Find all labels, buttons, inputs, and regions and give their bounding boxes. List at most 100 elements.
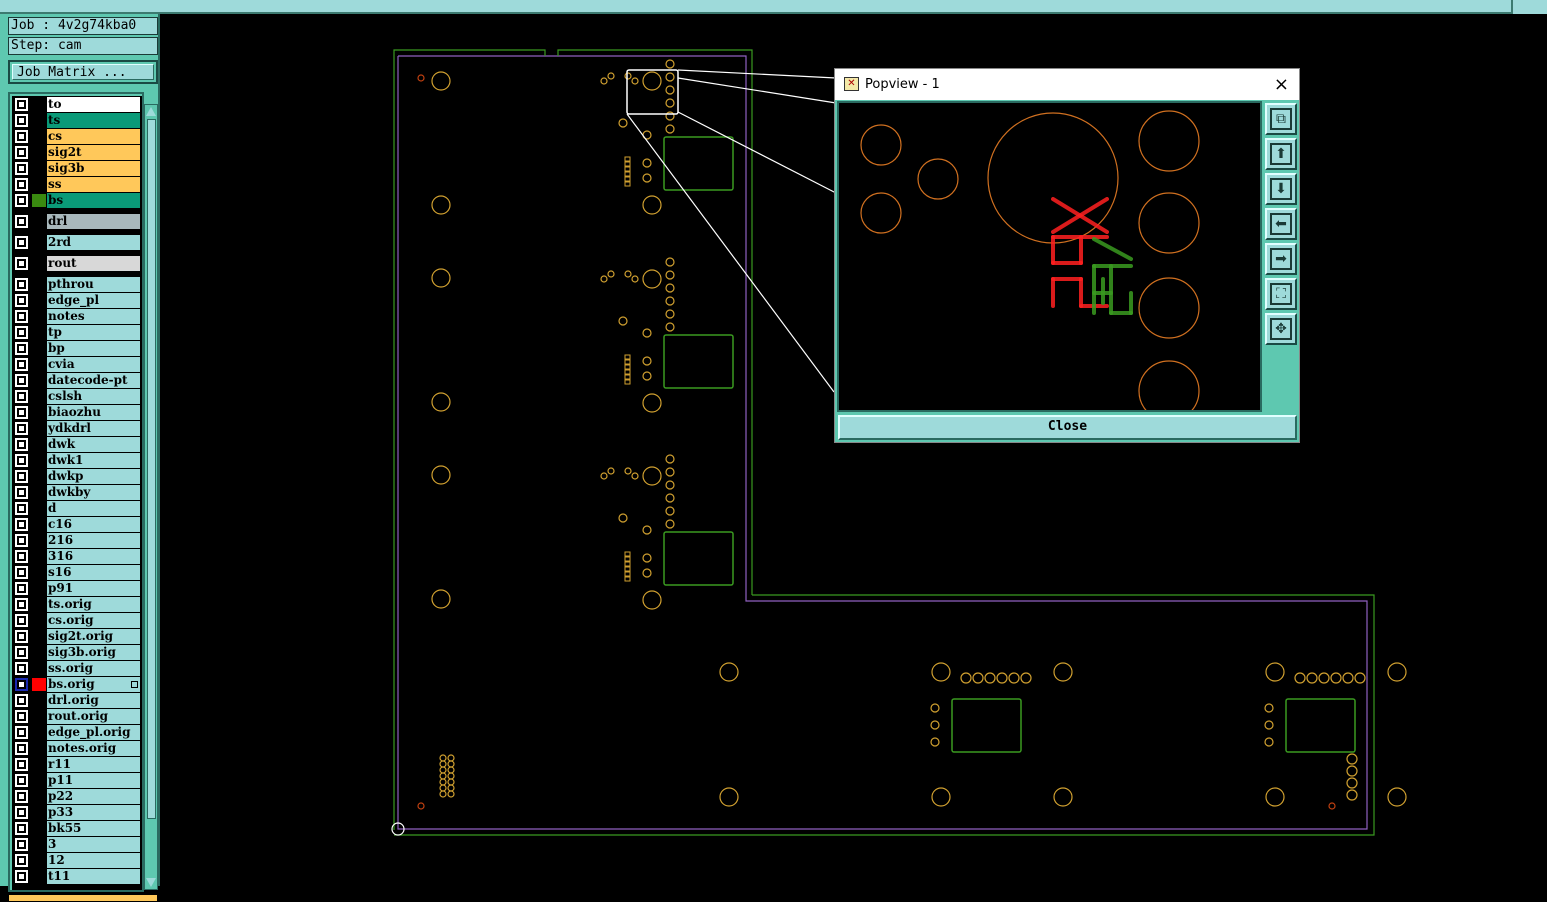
- layer-display-swatch[interactable]: [32, 406, 46, 419]
- layer-name[interactable]: tp: [47, 325, 140, 340]
- layer-row-cs.orig[interactable]: cs.orig: [12, 613, 142, 628]
- layer-row-pthrou[interactable]: pthrou: [12, 277, 142, 292]
- layer-checkbox[interactable]: [15, 358, 28, 371]
- layer-name[interactable]: notes: [47, 309, 140, 324]
- layer-display-swatch[interactable]: [32, 822, 46, 835]
- layer-name[interactable]: d: [47, 501, 140, 516]
- layer-row-2rd[interactable]: 2rd: [12, 235, 142, 250]
- layer-row-rout.orig[interactable]: rout.orig: [12, 709, 142, 724]
- layer-display-swatch[interactable]: [32, 630, 46, 643]
- top-toolbar-segment[interactable]: [1511, 0, 1547, 14]
- layer-checkbox[interactable]: [15, 614, 28, 627]
- layer-row-12[interactable]: 12: [12, 853, 142, 868]
- layer-name[interactable]: drl: [47, 214, 140, 229]
- layer-display-swatch[interactable]: [32, 502, 46, 515]
- layer-name[interactable]: datecode-pt: [47, 373, 140, 388]
- layer-display-swatch[interactable]: [32, 342, 46, 355]
- layer-row-p22[interactable]: p22: [12, 789, 142, 804]
- layer-display-swatch[interactable]: [32, 470, 46, 483]
- layer-name[interactable]: bp: [47, 341, 140, 356]
- layer-row-rout[interactable]: rout: [12, 256, 142, 271]
- layer-name[interactable]: 12: [47, 853, 140, 868]
- layer-display-swatch[interactable]: [32, 390, 46, 403]
- layer-row-to[interactable]: to: [12, 97, 142, 112]
- layer-checkbox[interactable]: [15, 438, 28, 451]
- layer-row-d[interactable]: d: [12, 501, 142, 516]
- layer-display-swatch[interactable]: [32, 662, 46, 675]
- layer-checkbox[interactable]: [15, 534, 28, 547]
- layer-display-swatch[interactable]: [32, 310, 46, 323]
- layer-checkbox[interactable]: [15, 470, 28, 483]
- zoom-back-button[interactable]: ⧉: [1265, 103, 1297, 135]
- layer-display-swatch[interactable]: [32, 236, 46, 249]
- layer-checkbox[interactable]: [15, 422, 28, 435]
- layer-checkbox[interactable]: [15, 598, 28, 611]
- layer-display-swatch[interactable]: [32, 774, 46, 787]
- layer-checkbox[interactable]: [15, 694, 28, 707]
- layer-checkbox[interactable]: [15, 758, 28, 771]
- layer-name[interactable]: sig2t.orig: [47, 629, 140, 644]
- layer-row-3[interactable]: 3: [12, 837, 142, 852]
- layer-checkbox[interactable]: [15, 162, 28, 175]
- layer-row-sig2t[interactable]: sig2t: [12, 145, 142, 160]
- layer-name[interactable]: bs.orig: [47, 677, 140, 692]
- layer-row-notes.orig[interactable]: notes.orig: [12, 741, 142, 756]
- layer-name[interactable]: bk55: [47, 821, 140, 836]
- layer-name[interactable]: ts.orig: [47, 597, 140, 612]
- layer-display-swatch[interactable]: [32, 194, 46, 207]
- layer-checkbox[interactable]: [15, 236, 28, 249]
- layer-name[interactable]: 2rd: [47, 235, 140, 250]
- layer-display-swatch[interactable]: [32, 162, 46, 175]
- layer-row-316[interactable]: 316: [12, 549, 142, 564]
- layer-display-swatch[interactable]: [32, 710, 46, 723]
- layer-name[interactable]: sig2t: [47, 145, 140, 160]
- layer-display-swatch[interactable]: [32, 114, 46, 127]
- layer-row-edge_pl[interactable]: edge_pl: [12, 293, 142, 308]
- pan-center-button[interactable]: ✥: [1265, 313, 1297, 345]
- layer-checkbox[interactable]: [15, 822, 28, 835]
- layer-checkbox[interactable]: [15, 550, 28, 563]
- layer-checkbox[interactable]: [15, 790, 28, 803]
- layer-checkbox[interactable]: [15, 374, 28, 387]
- layer-display-swatch[interactable]: [32, 438, 46, 451]
- layer-row-sig3b[interactable]: sig3b: [12, 161, 142, 176]
- layer-checkbox[interactable]: [15, 502, 28, 515]
- layer-row-tp[interactable]: tp: [12, 325, 142, 340]
- layer-name[interactable]: pthrou: [47, 277, 140, 292]
- layer-display-swatch[interactable]: [32, 646, 46, 659]
- layer-checkbox[interactable]: [15, 838, 28, 851]
- layer-display-swatch[interactable]: [32, 146, 46, 159]
- layer-row-biaozhu[interactable]: biaozhu: [12, 405, 142, 420]
- layer-row-r11[interactable]: r11: [12, 757, 142, 772]
- layer-checkbox[interactable]: [15, 582, 28, 595]
- layer-name[interactable]: 316: [47, 549, 140, 564]
- layer-name[interactable]: dwkp: [47, 469, 140, 484]
- layer-row-ts.orig[interactable]: ts.orig: [12, 597, 142, 612]
- layer-checkbox[interactable]: [15, 726, 28, 739]
- close-button[interactable]: Close: [838, 415, 1297, 440]
- layer-checkbox[interactable]: [15, 194, 28, 207]
- layer-checkbox[interactable]: [15, 310, 28, 323]
- scroll-up-icon[interactable]: [146, 107, 156, 116]
- layer-row-dwkp[interactable]: dwkp: [12, 469, 142, 484]
- layer-row-dwk[interactable]: dwk: [12, 437, 142, 452]
- layer-checkbox[interactable]: [15, 257, 28, 270]
- layer-row-p91[interactable]: p91: [12, 581, 142, 596]
- layer-row-c16[interactable]: c16: [12, 517, 142, 532]
- layer-checkbox[interactable]: [15, 630, 28, 643]
- layer-checkbox[interactable]: [15, 342, 28, 355]
- layer-display-swatch[interactable]: [32, 98, 46, 111]
- layer-name[interactable]: dwk: [47, 437, 140, 452]
- layer-name[interactable]: to: [47, 97, 140, 112]
- layer-checkbox[interactable]: [15, 710, 28, 723]
- layer-display-swatch[interactable]: [32, 790, 46, 803]
- layer-name[interactable]: ydkdrl: [47, 421, 140, 436]
- pan-right-button[interactable]: ➡: [1265, 243, 1297, 275]
- layer-display-swatch[interactable]: [32, 694, 46, 707]
- layer-row-bs.orig[interactable]: bs.orig: [12, 677, 142, 692]
- pan-up-button[interactable]: ⬆: [1265, 138, 1297, 170]
- zoom-fit-button[interactable]: ⛶: [1265, 278, 1297, 310]
- layer-display-swatch[interactable]: [32, 838, 46, 851]
- layer-name[interactable]: drl.orig: [47, 693, 140, 708]
- layer-name[interactable]: 3: [47, 837, 140, 852]
